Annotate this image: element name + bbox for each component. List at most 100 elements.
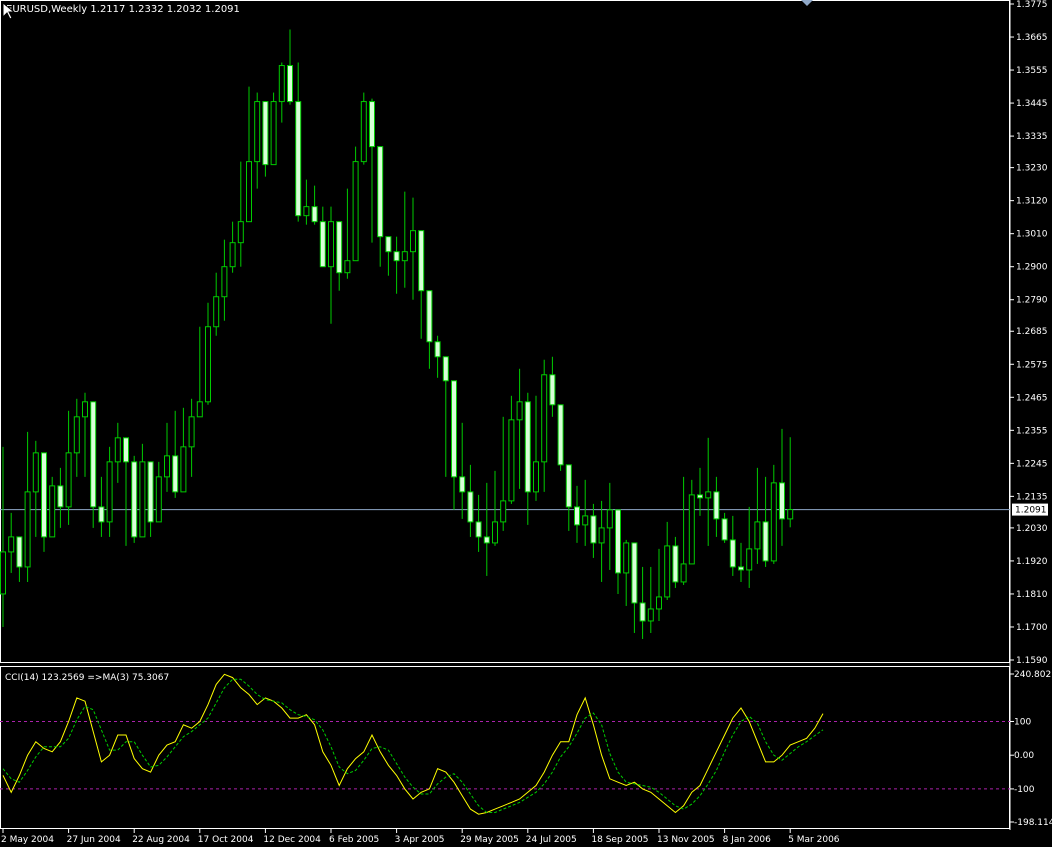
candle-body bbox=[287, 65, 293, 103]
candle-body bbox=[90, 401, 97, 508]
cci-axis: 240.802 100 0.00 -100 -198.114 bbox=[1010, 670, 1052, 828]
time-tick-label: 27 Jun 2004 bbox=[67, 835, 121, 845]
candle bbox=[705, 437, 712, 546]
candle bbox=[229, 221, 236, 273]
candle-body bbox=[467, 491, 474, 523]
candle-body bbox=[672, 545, 679, 583]
candle bbox=[459, 422, 466, 519]
chart-shift-marker-icon[interactable] bbox=[801, 0, 813, 6]
candle bbox=[278, 62, 285, 123]
candle bbox=[221, 239, 228, 321]
candle-body bbox=[180, 446, 187, 493]
candle-body bbox=[82, 401, 88, 418]
candle bbox=[746, 506, 753, 588]
candle bbox=[65, 410, 72, 525]
candle-body bbox=[754, 521, 761, 550]
cci-pane bbox=[0, 673, 1010, 815]
candle-body bbox=[237, 221, 244, 244]
candle-body bbox=[262, 101, 269, 166]
candle bbox=[57, 467, 64, 528]
candle-body bbox=[418, 230, 425, 292]
candle-body bbox=[139, 461, 146, 538]
candle bbox=[369, 98, 375, 243]
candle bbox=[246, 86, 252, 223]
price-tick-label: 1.2465 bbox=[1016, 393, 1048, 403]
candle-body bbox=[278, 65, 285, 103]
time-tick-label: 2 May 2004 bbox=[1, 835, 54, 845]
candle bbox=[8, 512, 15, 573]
candle-body bbox=[254, 101, 261, 163]
candle-body bbox=[106, 461, 113, 523]
candle-body bbox=[565, 464, 572, 508]
candle bbox=[352, 146, 359, 262]
candle bbox=[697, 467, 703, 516]
candle-body bbox=[541, 374, 548, 463]
price-tick-label: 1.3120 bbox=[1016, 197, 1048, 207]
candle-body bbox=[311, 206, 318, 223]
candle-body bbox=[451, 380, 457, 478]
price-tick-label: 1.3230 bbox=[1016, 164, 1048, 174]
candle bbox=[762, 476, 769, 567]
candle bbox=[410, 197, 416, 300]
candle-body bbox=[49, 485, 56, 538]
candle-body bbox=[98, 506, 105, 523]
price-tick-label: 1.3335 bbox=[1016, 132, 1048, 142]
candle-body bbox=[196, 401, 203, 418]
candle-body bbox=[705, 491, 712, 499]
candle-body bbox=[164, 455, 170, 478]
candle bbox=[123, 437, 129, 546]
candle bbox=[729, 515, 736, 576]
candle-body bbox=[385, 236, 392, 253]
candle bbox=[541, 359, 548, 492]
candle-body bbox=[114, 437, 121, 463]
candle bbox=[754, 467, 761, 564]
candle-body bbox=[656, 596, 662, 610]
cci-line bbox=[2, 673, 824, 815]
cci-tick-label: 240.802 bbox=[1014, 670, 1051, 680]
candle-body bbox=[360, 101, 367, 163]
candle-body bbox=[582, 515, 589, 526]
time-tick-label: 12 Dec 2004 bbox=[263, 835, 321, 845]
time-tick-label: 8 Jan 2006 bbox=[723, 835, 771, 845]
cci-tick-label: -100 bbox=[1014, 785, 1035, 795]
candle bbox=[770, 464, 777, 564]
candle-body bbox=[147, 461, 154, 523]
price-tick-label: 1.3775 bbox=[1016, 0, 1048, 10]
candle-body bbox=[787, 509, 794, 520]
price-tick-label: 1.2575 bbox=[1016, 360, 1048, 370]
candle-body bbox=[344, 260, 351, 274]
candle-body bbox=[500, 500, 507, 523]
candle-body bbox=[352, 161, 359, 262]
candle bbox=[442, 356, 449, 477]
candle-body bbox=[8, 536, 15, 553]
candle-body bbox=[557, 404, 564, 466]
candle-body bbox=[434, 341, 441, 358]
candle bbox=[680, 476, 687, 585]
candle bbox=[598, 500, 605, 582]
candle-body bbox=[664, 545, 671, 598]
time-tick-label: 13 Nov 2005 bbox=[657, 835, 715, 845]
candle-body bbox=[328, 221, 334, 268]
candle-body bbox=[762, 521, 769, 562]
candle bbox=[787, 437, 794, 528]
candle-body bbox=[401, 251, 408, 262]
cci-tick-label: -198.114 bbox=[1014, 818, 1052, 828]
price-tick-label: 1.1810 bbox=[1016, 590, 1048, 600]
price-tick-label: 1.1920 bbox=[1016, 557, 1048, 567]
price-tick-label: 1.3445 bbox=[1016, 99, 1048, 109]
candle-body bbox=[73, 416, 80, 454]
candle-body bbox=[549, 374, 556, 406]
candle bbox=[155, 461, 162, 523]
candle-body bbox=[524, 401, 531, 493]
candle bbox=[590, 503, 597, 558]
candle bbox=[582, 479, 589, 546]
candle-body bbox=[188, 416, 195, 448]
price-tick-label: 1.1590 bbox=[1016, 656, 1048, 666]
candle-body bbox=[41, 452, 47, 538]
candle-body bbox=[647, 608, 654, 622]
candle bbox=[639, 566, 646, 639]
candle-body bbox=[475, 521, 482, 538]
candle bbox=[311, 185, 318, 225]
candle-body bbox=[606, 509, 613, 529]
candle-body bbox=[319, 221, 326, 268]
